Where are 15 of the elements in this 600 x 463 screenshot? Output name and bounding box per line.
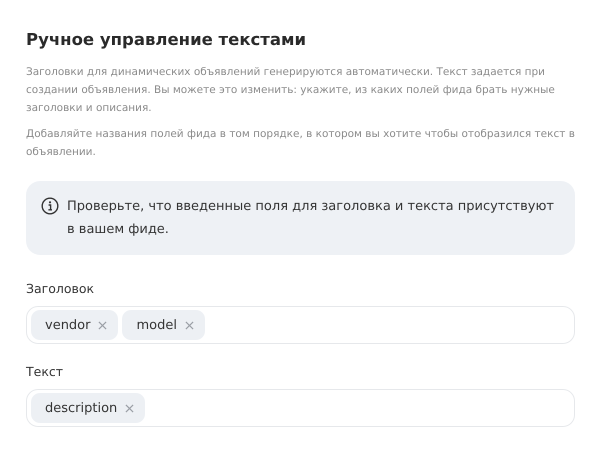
tag-input-field[interactable]: description bbox=[26, 389, 575, 427]
dialog-title: Ручное управление текстами bbox=[26, 30, 308, 49]
info-icon bbox=[41, 197, 59, 215]
close-icon[interactable] bbox=[98, 320, 108, 330]
description-text: Заголовки для динамических объявлений генерируются автоматически. Текст задается при создании объявления. Вы можете это изменить: укажите, из каких полей фида брать нужные заголовки и описания. bbox=[26, 65, 556, 116]
tag-text: description bbox=[45, 400, 118, 416]
field-label: Заголовок bbox=[26, 281, 96, 296]
tag-text: model bbox=[136, 318, 177, 332]
description-text: Добавляйте названия полей фида в том порядке, в котором вы хотите чтобы отобразился текст в объявлении. bbox=[26, 127, 575, 160]
tag-text: vendor bbox=[45, 318, 90, 332]
close-icon[interactable] bbox=[125, 404, 134, 412]
close-icon[interactable] bbox=[184, 320, 194, 330]
notice-text: Проверьте, что введенные поля для заголовка и текста присутствуют в вашем фиде. bbox=[67, 198, 555, 239]
tag-input-field[interactable]: vendor model bbox=[26, 306, 575, 344]
field-label: Текст bbox=[26, 364, 64, 379]
